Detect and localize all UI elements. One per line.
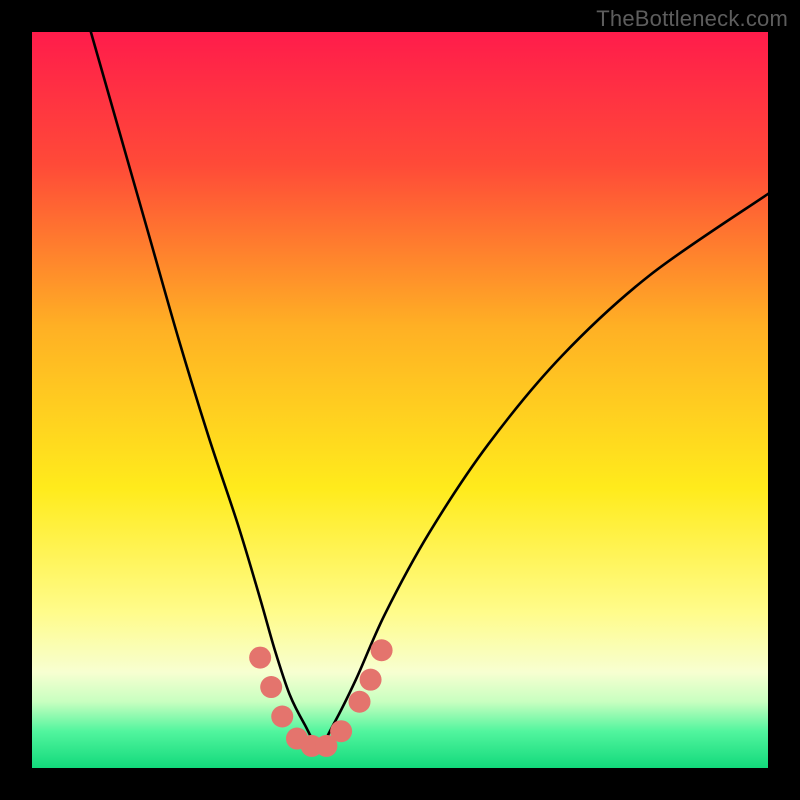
bottleneck-chart [32, 32, 768, 768]
marker-dot [330, 720, 352, 742]
watermark-text: TheBottleneck.com [596, 6, 788, 32]
chart-background-gradient [32, 32, 768, 768]
chart-frame: TheBottleneck.com [0, 0, 800, 800]
marker-dot [249, 647, 271, 669]
marker-dot [371, 639, 393, 661]
marker-dot [260, 676, 282, 698]
marker-dot [271, 705, 293, 727]
marker-dot [349, 691, 371, 713]
marker-dot [360, 669, 382, 691]
